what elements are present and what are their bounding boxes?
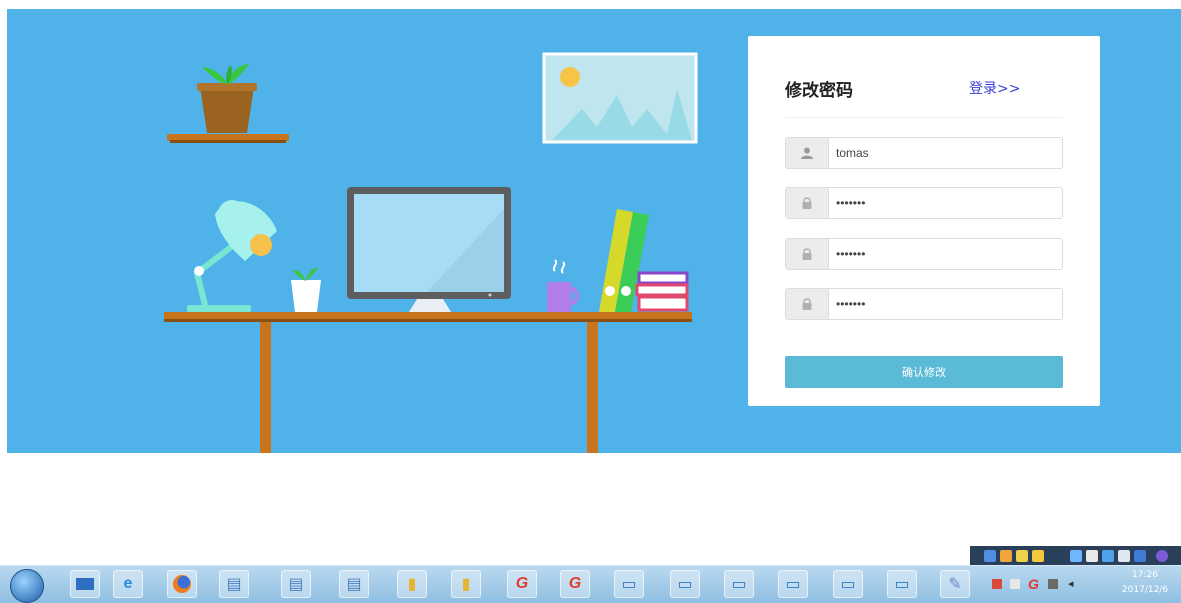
confirm-change-button[interactable]: 确认修改 xyxy=(785,356,1063,388)
app-icon[interactable] xyxy=(1000,550,1012,562)
window-icon[interactable]: ▭ xyxy=(887,570,917,598)
app-icon[interactable] xyxy=(1102,550,1114,562)
tray-icon[interactable] xyxy=(1010,579,1020,589)
form-title: 修改密码 xyxy=(785,81,853,101)
wall-picture xyxy=(542,52,698,144)
document-icon[interactable]: ▤ xyxy=(339,570,369,598)
notification-area: G ◂ xyxy=(990,570,1110,598)
clock-date: 2017/12/6 xyxy=(1121,585,1169,595)
app-icon[interactable] xyxy=(1070,550,1082,562)
user-icon xyxy=(786,138,829,168)
confirm-password-input[interactable] xyxy=(836,289,1051,319)
app-icon[interactable] xyxy=(1032,550,1044,562)
window-icon[interactable]: ▭ xyxy=(778,570,808,598)
window-icon[interactable]: ▭ xyxy=(670,570,700,598)
lock-icon xyxy=(786,188,829,218)
arrow-icon[interactable]: ◂ xyxy=(1068,577,1074,590)
taskbar: e ▤ ▤ ▤ ▮ ▮ G G ▭ ▭ ▭ ▭ ▭ ▭ ✎ G ◂ 17:26 … xyxy=(0,565,1181,603)
new-password-input[interactable] xyxy=(836,239,1051,269)
office-desk-illustration xyxy=(164,52,698,453)
paint-app-icon[interactable]: ✎ xyxy=(940,570,970,598)
window-icon[interactable]: ▭ xyxy=(614,570,644,598)
document-icon[interactable]: ▤ xyxy=(281,570,311,598)
change-password-card: 修改密码 登录>> 确认修改 xyxy=(748,36,1100,406)
app-icon[interactable] xyxy=(984,550,996,562)
app-icon[interactable] xyxy=(1016,550,1028,562)
red-g-tray-icon[interactable]: G xyxy=(1028,576,1039,592)
lock-icon xyxy=(786,289,829,319)
app-icon[interactable] xyxy=(1118,550,1130,562)
desk xyxy=(164,312,692,453)
red-g-app-icon[interactable]: G xyxy=(507,570,537,598)
new-password-field xyxy=(785,238,1063,270)
window-icon[interactable]: ▭ xyxy=(724,570,754,598)
start-button[interactable] xyxy=(10,569,44,603)
old-password-input[interactable] xyxy=(836,188,1051,218)
clock-time: 17:26 xyxy=(1132,570,1158,580)
small-plant xyxy=(291,267,321,312)
monitor xyxy=(347,187,511,312)
lock-icon xyxy=(786,239,829,269)
help-icon[interactable] xyxy=(1156,550,1168,562)
username-input[interactable] xyxy=(836,138,1051,168)
confirm-password-field xyxy=(785,288,1063,320)
firefox-icon[interactable] xyxy=(167,570,197,598)
username-field xyxy=(785,137,1063,169)
folder-icon[interactable]: ▮ xyxy=(451,570,481,598)
desk-lamp xyxy=(187,200,277,312)
show-desktop-icon[interactable] xyxy=(70,570,100,598)
ie-browser-icon[interactable]: e xyxy=(113,570,143,598)
volume-icon[interactable] xyxy=(1048,579,1058,589)
folder-icon[interactable]: ▮ xyxy=(397,570,427,598)
tray-toolbar xyxy=(970,546,1181,566)
app-icon[interactable] xyxy=(1086,550,1098,562)
coffee-mug xyxy=(547,259,579,312)
old-password-field xyxy=(785,187,1063,219)
window-icon[interactable]: ▭ xyxy=(833,570,863,598)
login-link[interactable]: 登录>> xyxy=(969,78,1020,98)
document-icon[interactable]: ▤ xyxy=(219,570,249,598)
app-icon[interactable] xyxy=(1134,550,1146,562)
system-clock[interactable]: 17:26 2017/12/6 xyxy=(1115,568,1175,598)
books xyxy=(599,209,689,312)
network-icon[interactable] xyxy=(992,579,1002,589)
divider xyxy=(785,117,1063,118)
red-g-app-icon[interactable]: G xyxy=(560,570,590,598)
plant-shelf xyxy=(167,64,289,143)
